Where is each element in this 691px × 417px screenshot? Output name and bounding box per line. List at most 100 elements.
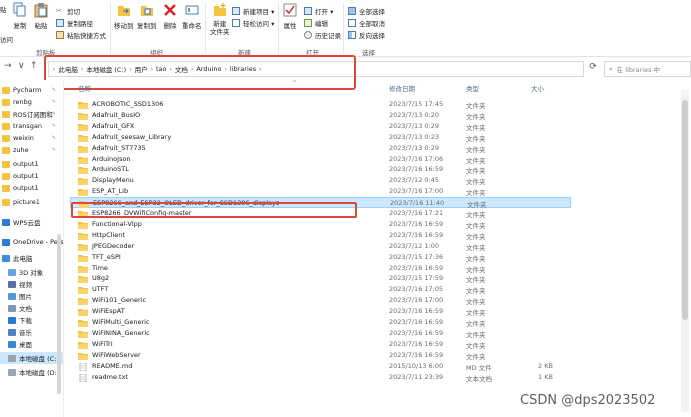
sidebar-item[interactable]: renbg ✎ (0, 96, 63, 108)
file-size: 1 KB (538, 372, 553, 381)
pin-icon: ✎ (51, 99, 56, 105)
recent-dropdown[interactable]: ∨ (18, 61, 25, 71)
pin-icon: ✎ (51, 111, 56, 117)
column-header-name[interactable]: 名称 (78, 83, 91, 93)
file-icon (79, 362, 87, 371)
file-row[interactable]: readme.txt 2023/7/11 23:39 文本文档 1 KB (70, 372, 571, 383)
file-type: 文件夹 (466, 243, 486, 252)
select-none-button[interactable]: 全部取消 (348, 18, 385, 28)
file-row[interactable]: Time 2023/7/16 16:59 文件夹 (70, 263, 571, 274)
delete-button[interactable]: 删除 (163, 2, 177, 30)
file-row[interactable]: TFT_eSPI 2023/7/15 17:36 文件夹 (70, 252, 571, 263)
folder-icon (2, 86, 10, 94)
sidebar-scroll-thumb[interactable] (57, 234, 61, 394)
sidebar-item[interactable]: transgan ✎ (0, 120, 63, 132)
file-type: 文件夹 (466, 232, 486, 241)
up-button[interactable]: ↑ (30, 61, 38, 71)
file-row[interactable]: U8g2 2023/7/15 17:59 文件夹 (70, 273, 571, 284)
move-to-button[interactable]: 移动到 (114, 2, 134, 30)
sidebar-item[interactable]: zuhe ✎ (0, 144, 63, 156)
file-row[interactable]: WiFiWebServer 2023/7/16 16:59 文件夹 (70, 350, 571, 361)
column-header-type[interactable]: 类型 (466, 83, 479, 93)
sidebar-item[interactable]: ROS订阅图和 ✎ (0, 108, 63, 120)
forward-button[interactable]: → (4, 61, 12, 71)
sidebar-item[interactable]: 音乐 (0, 326, 63, 338)
group-separator (278, 3, 279, 53)
file-row[interactable]: README.md 2015/10/13 6:00 MD 文件 2 KB (70, 361, 571, 372)
sidebar-item[interactable]: 此电脑 (0, 252, 63, 264)
file-row[interactable]: Adafruit_BusIO 2023/7/13 0:20 文件夹 (70, 110, 571, 121)
sidebar-item[interactable]: WPS云盘 (0, 216, 63, 228)
folder-icon (2, 110, 10, 118)
edit-icon (304, 19, 312, 27)
history-button[interactable]: 历史记录 (304, 30, 341, 40)
sidebar-item[interactable]: Pycharm ✎ (0, 84, 63, 96)
column-header-size[interactable]: 大小 (531, 83, 544, 93)
file-row[interactable]: ACROBOTIC_SSD1306 2023/7/15 17:45 文件夹 (70, 99, 571, 110)
rename-button[interactable]: 重命名 (182, 2, 202, 30)
sidebar-item[interactable]: 下载 (0, 314, 63, 326)
file-row[interactable]: WiFiMulti_Generic 2023/7/16 16:59 文件夹 (70, 317, 571, 328)
new-folder-button[interactable]: 新建 文件夹 (210, 2, 230, 36)
refresh-button[interactable]: ⟳ (586, 62, 600, 76)
file-row[interactable]: JPEGDecoder 2023/7/12 1:00 文件夹 (70, 241, 571, 252)
file-row[interactable]: Adafruit_seesaw_Library 2023/7/13 0:23 文件夹 (70, 132, 571, 143)
file-date: 2023/7/15 17:36 (389, 252, 444, 261)
file-list-scrollbar[interactable] (681, 90, 689, 412)
file-row[interactable]: WiFiNINA_Generic 2023/7/16 16:59 文件夹 (70, 328, 571, 339)
sidebar-item[interactable]: 视频 (0, 278, 63, 290)
select-all-button[interactable]: 全部选择 (348, 6, 385, 16)
folder-icon (2, 122, 10, 130)
sidebar-item[interactable]: OneDrive - Persc (0, 236, 63, 248)
file-row[interactable]: WiFi101_Generic 2023/7/16 17:00 文件夹 (70, 295, 571, 306)
file-name: Adafruit_ST7735 (92, 143, 146, 152)
folder-icon (2, 172, 10, 180)
file-row[interactable]: HttpClient 2023/7/16 16:59 文件夹 (70, 230, 571, 241)
column-header-date[interactable]: 修改日期 (389, 83, 415, 93)
sidebar-item-label: transgan (13, 122, 42, 130)
properties-button[interactable]: 属性 (283, 2, 297, 30)
file-row[interactable]: WiFiTri 2023/7/16 16:59 文件夹 (70, 339, 571, 350)
file-row[interactable]: UTFT 2023/7/16 17:05 文件夹 (70, 284, 571, 295)
copy-button[interactable]: 复制 (13, 2, 27, 30)
file-date: 2023/7/13 0:29 (389, 121, 439, 130)
sidebar-item[interactable]: output1 (0, 170, 63, 182)
file-row[interactable]: ESP_AT_Lib 2023/7/16 17:00 文件夹 (70, 186, 571, 197)
search-input[interactable]: ⌕ 在 libraries 中 (604, 61, 691, 77)
file-row[interactable]: WiFiEspAT 2023/7/16 16:59 文件夹 (70, 306, 571, 317)
paste-button[interactable]: 粘贴 (34, 2, 48, 30)
sort-ascending-icon: ^ (292, 80, 298, 87)
sidebar-item[interactable]: weixin ✎ (0, 132, 63, 144)
paste-shortcut-button[interactable]: 粘贴快捷方式 (56, 30, 106, 40)
copy-to-button[interactable]: 复制到 (137, 2, 157, 30)
sidebar-item[interactable]: output1 (0, 182, 63, 194)
file-row[interactable]: ArduinoJson 2023/7/16 17:06 文件夹 (70, 154, 571, 165)
sidebar-item[interactable]: 桌面 (0, 338, 63, 350)
sidebar-item[interactable]: 本地磁盘 (C:) (0, 352, 63, 364)
file-row[interactable]: DisplayMenu 2023/7/12 0:45 文件夹 (70, 175, 571, 186)
file-name: WiFi101_Generic (92, 296, 147, 305)
file-row[interactable]: Adafruit_GFX 2023/7/13 0:29 文件夹 (70, 121, 571, 132)
sidebar-item[interactable]: picture1 (0, 196, 63, 208)
folder-icon (78, 134, 88, 142)
sidebar-item[interactable]: 本地磁盘 (D:) (0, 366, 63, 378)
sidebar-scrollbar[interactable] (57, 84, 62, 414)
file-type: 文件夹 (466, 189, 486, 198)
sidebar-item-label: output1 (13, 172, 39, 180)
file-list-scroll-thumb[interactable] (682, 100, 688, 320)
sidebar-item[interactable]: 图片 (0, 290, 63, 302)
easy-access-button[interactable]: 轻松访问 ▾ (232, 18, 274, 28)
cut-button[interactable]: ✂ 剪切 (56, 6, 80, 16)
file-row[interactable]: Adafruit_ST7735 2023/7/13 0:29 文件夹 (70, 143, 571, 154)
file-row[interactable]: Functional-Vlpp 2023/7/16 16:59 文件夹 (70, 219, 571, 230)
invert-selection-button[interactable]: 反向选择 (348, 30, 385, 40)
new-item-button[interactable]: 新建项目 ▾ (232, 6, 274, 16)
sidebar-item-label: output1 (13, 160, 39, 168)
file-row[interactable]: ArduinoSTL 2023/7/16 16:59 文件夹 (70, 164, 571, 175)
open-button[interactable]: 打开 ▾ (304, 6, 333, 16)
sidebar-item[interactable]: output1 (0, 158, 63, 170)
sidebar-item[interactable]: 3D 对象 (0, 266, 63, 278)
sidebar-item[interactable]: 文档 (0, 302, 63, 314)
edit-button[interactable]: 编辑 (304, 18, 328, 28)
copy-path-button[interactable]: 复制路径 (56, 18, 93, 28)
